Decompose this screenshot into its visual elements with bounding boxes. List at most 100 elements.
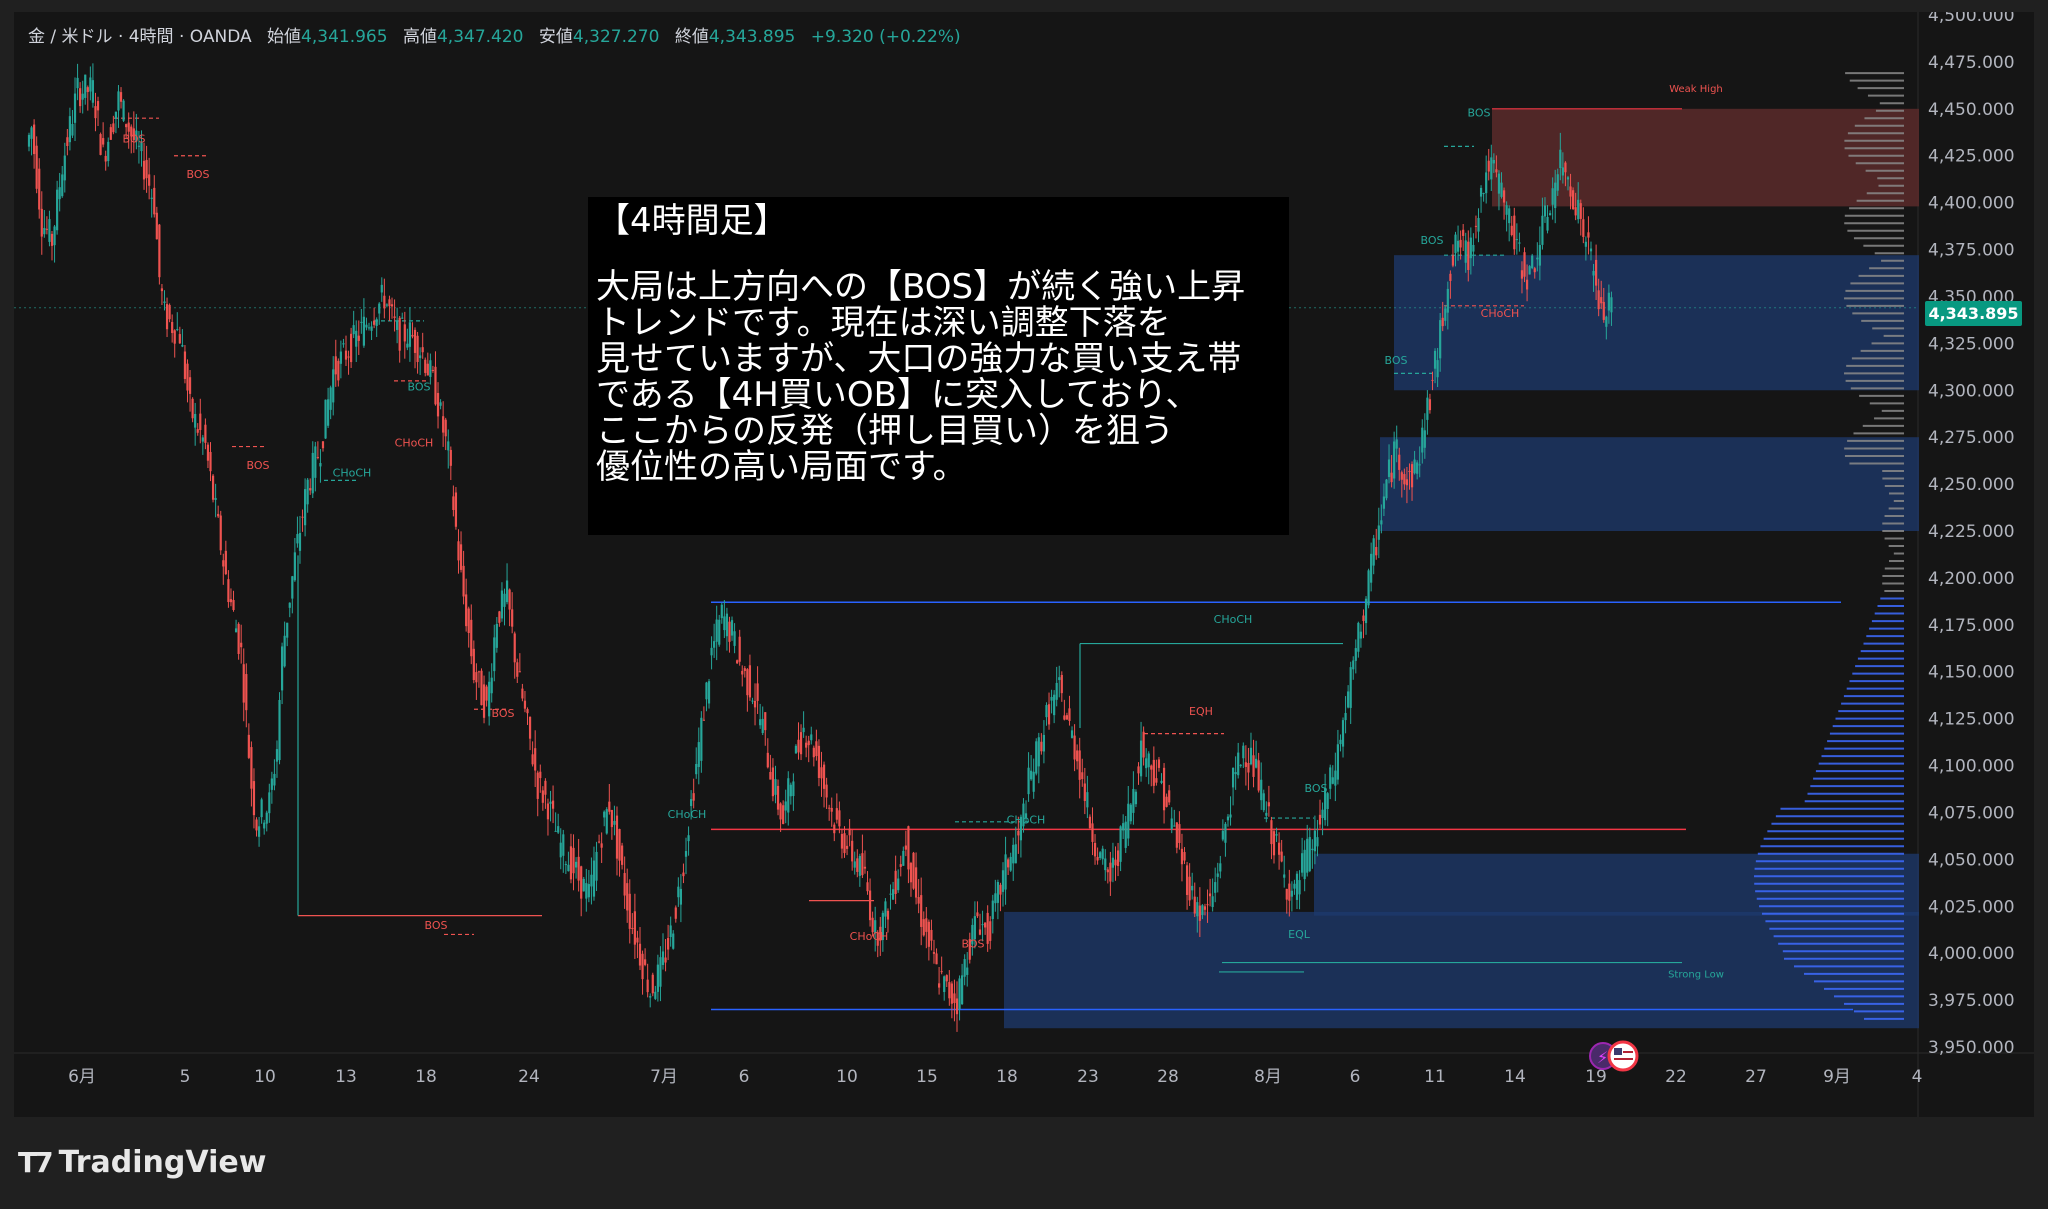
candle-body [838,810,841,827]
candle-body [222,560,225,567]
candle-body [1600,297,1603,304]
candle-body [1482,193,1485,195]
candle-body [1548,213,1552,216]
candle-body [1032,771,1035,792]
candle-body [89,77,92,92]
x-tick-label: 11 [1424,1067,1446,1087]
chart-panel[interactable]: BOS BOS BOS CHoCH BOS CHoCH BOS BOS CHoCH EQH CHoC… [14,12,2034,1117]
candle-body [1083,783,1086,801]
candle-body [470,619,473,657]
y-tick-label: 4,300.000 [1928,381,2015,401]
structure-label: BOS [408,380,431,393]
candle-body [260,799,263,818]
candle-body [490,677,493,694]
candle-body [551,800,555,809]
event-icons[interactable]: ⚡ [1589,1040,1639,1072]
candle-body [1042,734,1046,752]
candle-body [572,847,575,874]
y-tick-label: 4,400.000 [1928,194,2015,214]
candle-body [444,419,447,437]
us-flag-icon[interactable] [1607,1040,1639,1072]
candle-body [186,363,189,391]
candle-body [961,975,964,1005]
candle-body [286,622,289,638]
candle-body [454,492,458,527]
candle-body [178,334,181,344]
candle-body [702,719,706,721]
candle-body [1257,760,1260,791]
candle-body [390,304,394,307]
candle-body [1226,816,1230,821]
candle-body [1362,615,1365,621]
candle-body [416,335,419,363]
candle-body [1370,553,1373,583]
candle-body [99,134,102,155]
candle-body [1554,182,1557,209]
candle-body [1178,824,1181,843]
candle-body [398,317,401,351]
candle-body [252,781,256,816]
candle-body [907,826,910,870]
symbol-title[interactable]: 金 / 米ドル · 4時間 · OANDA [28,27,252,47]
price-chart[interactable]: BOS BOS BOS CHoCH BOS CHoCH BOS BOS CHoCH EQH CHoC… [14,12,2034,1117]
candle-body [1063,715,1066,720]
candle-body [651,974,654,994]
candle-body [845,845,849,849]
candle-body [498,611,501,623]
candle-body [863,866,867,869]
candle-body [822,764,826,789]
candle-body [480,670,483,706]
candle-body [1298,880,1301,895]
candle-body [240,642,243,648]
candle-body [273,773,276,786]
candle-body [534,748,537,771]
candle-body [1308,837,1311,872]
candle-body [886,910,890,920]
candle-body [1579,203,1582,219]
candle-body [978,929,982,935]
candle-body [531,754,534,765]
buy-order-block[interactable] [1394,255,1919,391]
candle-body [214,497,217,500]
candle-body [748,665,752,698]
candle-body [1147,753,1150,768]
candle-body [825,784,828,798]
candle-body [917,897,920,904]
candle-body [401,317,404,319]
candle-body [293,552,296,581]
candle-body [797,739,800,753]
candle-body [1155,778,1158,783]
candle-body [1354,648,1357,661]
candle-body [1290,890,1293,897]
structure-label: EQH [1189,705,1213,718]
candle-body [546,803,550,820]
candle-body [927,921,930,947]
candle-body [385,304,389,306]
candle-body [1597,290,1600,310]
candle-body [766,752,769,768]
candle-body [1104,858,1107,871]
candle-body [1239,764,1242,766]
candle-body [436,393,440,417]
candle-body [1571,190,1575,210]
candle-body [1193,896,1196,914]
candle-body [503,593,506,607]
candle-body [1060,674,1063,694]
candle-body [488,681,491,717]
candle-body [580,866,583,899]
candle-body [1040,741,1043,752]
candle-body [1065,715,1069,720]
candle-body [631,927,634,929]
candle-body [370,326,373,331]
candle-body [523,700,527,709]
brand-footer[interactable]: T7 TradingView [18,1145,266,1180]
candle-body [268,792,271,814]
candle-body [237,623,240,654]
candle-body [1426,397,1429,420]
candle-body [1349,667,1352,708]
candle-body [1211,896,1214,908]
candle-body [1070,730,1074,738]
candle-body [1523,252,1526,277]
buy-order-block[interactable] [1380,437,1919,531]
current-price-badge: 4,343.895 [1925,301,2022,326]
